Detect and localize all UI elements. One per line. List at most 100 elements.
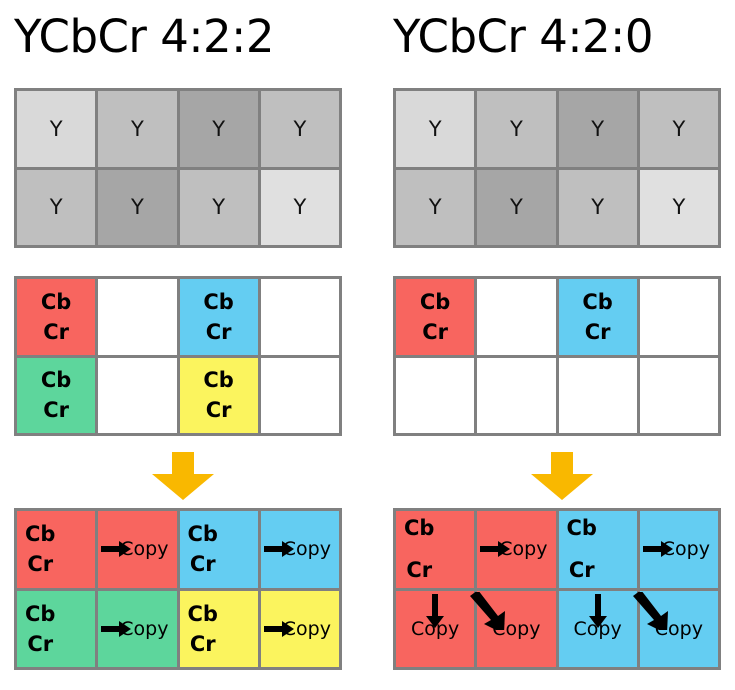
luma-cell-label: Y	[212, 195, 226, 220]
result-cell-source: Cb Cr	[396, 511, 475, 588]
luma-cell-label: Y	[428, 195, 442, 220]
arrow-right-icon	[263, 620, 294, 637]
arrow-right-icon	[642, 541, 673, 558]
arrow-right-icon	[101, 620, 132, 637]
luma-grid-420: Y Y Y Y Y Y Y Y	[393, 88, 721, 248]
down-arrow-icon	[152, 452, 214, 500]
copy-group: Copy	[470, 591, 540, 640]
cr-label: Cr	[568, 558, 595, 583]
arrow-diagonal-icon	[631, 591, 671, 630]
luma-cell-label: Y	[130, 195, 144, 220]
arrow-right-icon	[263, 541, 294, 558]
copy-group: Copy	[101, 538, 168, 560]
chroma-cell-filled: Cb Cr	[17, 357, 96, 433]
luma-cell-label: Y	[672, 195, 686, 220]
result-cell-copy: Copy	[260, 511, 339, 588]
cb-label: Cb	[566, 516, 597, 541]
down-arrow-icon	[531, 452, 593, 500]
chroma-cell-empty	[558, 357, 637, 433]
luma-cell-label: Y	[130, 116, 144, 141]
luma-cell: Y	[558, 91, 637, 167]
chroma-cell-label: Cb Cr	[203, 365, 233, 425]
chroma-cell-empty	[477, 279, 556, 355]
cr-label: Cr	[205, 398, 232, 423]
cr-label: Cr	[27, 631, 54, 656]
copy-group: Copy	[480, 538, 547, 560]
luma-cell: Y	[396, 169, 475, 245]
result-cell-copy: Copy	[396, 590, 475, 667]
arrow-down-icon	[426, 593, 445, 628]
copy-group: Copy	[263, 618, 331, 640]
result-cell-copy: Copy	[98, 590, 177, 667]
result-cell-copy: Copy	[477, 511, 556, 588]
arrow-down-icon	[588, 593, 607, 628]
arrow-right-icon	[101, 541, 132, 558]
chroma-cell-filled: Cb Cr	[179, 357, 258, 433]
panel-title-422: YCbCr 4:2:2	[14, 10, 274, 63]
luma-cell: Y	[17, 91, 96, 167]
luma-cell: Y	[396, 91, 475, 167]
cb-label: Cb	[40, 368, 72, 393]
chroma-cell-filled: Cb Cr	[179, 279, 258, 355]
luma-cell-label: Y	[49, 195, 63, 220]
chroma-cell-label: Cb Cr	[582, 287, 612, 347]
chroma-cell-empty	[98, 357, 177, 433]
panel-ycbcr-422: YCbCr 4:2:2 Y Y Y Y Y Y Y Y Cb Cr Cb Cr …	[0, 0, 368, 690]
luma-cell-label: Y	[509, 195, 523, 220]
cr-label: Cr	[189, 552, 216, 577]
copy-group: Copy	[632, 591, 703, 640]
chroma-cell-label: Cb Cr	[203, 287, 233, 347]
cr-label: Cr	[43, 319, 69, 344]
luma-cell-label: Y	[212, 116, 226, 141]
chroma-cell-label: Cb Cr	[41, 365, 71, 425]
cb-label: Cb	[582, 289, 613, 314]
cb-label: Cb	[187, 601, 218, 626]
luma-cell: Y	[17, 169, 96, 245]
copy-group: Copy	[101, 618, 168, 640]
panel-ycbcr-420: YCbCr 4:2:0 Y Y Y Y Y Y Y Y Cb Cr Cb Cr …	[379, 0, 735, 690]
result-cell-copy: Copy	[98, 511, 177, 588]
arrow-right-icon	[480, 541, 511, 558]
result-cell-copy: Copy	[639, 511, 718, 588]
result-grid-422: Cb Cr Copy Cb Cr Copy Cb Cr Copy Cb Cr C…	[14, 508, 342, 670]
luma-cell: Y	[477, 169, 556, 245]
cb-label: Cb	[25, 601, 56, 626]
cr-label: Cr	[584, 319, 611, 344]
luma-cell: Y	[260, 169, 339, 245]
chroma-cell-label: Cb Cr	[188, 519, 218, 579]
copy-group: Copy	[642, 538, 710, 560]
cr-label: Cr	[422, 319, 448, 344]
chroma-cell-empty	[396, 357, 475, 433]
chroma-cell-filled: Cb Cr	[17, 279, 96, 355]
chroma-cell-filled: Cb Cr	[558, 279, 637, 355]
chroma-cell-empty	[260, 279, 339, 355]
cb-label: Cb	[187, 522, 218, 547]
copy-group: Copy	[574, 593, 622, 640]
luma-cell: Y	[558, 169, 637, 245]
chroma-cell-empty	[260, 357, 339, 433]
luma-cell: Y	[639, 169, 718, 245]
luma-cell-label: Y	[591, 195, 605, 220]
luma-cell-label: Y	[591, 116, 605, 141]
luma-cell-label: Y	[293, 195, 307, 220]
cr-label: Cr	[189, 631, 216, 656]
chroma-cell-label: Cb Cr	[188, 599, 218, 659]
copy-group: Copy	[263, 538, 331, 560]
chroma-cell-label: Cb Cr	[41, 287, 71, 347]
cr-label: Cr	[43, 398, 69, 423]
chroma-cell-empty	[639, 357, 718, 433]
chroma-cell-label: Cb Cr	[25, 599, 55, 659]
copy-group: Copy	[411, 593, 459, 640]
chroma-cell-empty	[477, 357, 556, 433]
result-cell-copy: Copy	[558, 590, 637, 667]
panel-title-420: YCbCr 4:2:0	[393, 10, 653, 63]
arrow-diagonal-icon	[468, 591, 508, 630]
luma-grid-422: Y Y Y Y Y Y Y Y	[14, 88, 342, 248]
cb-label: Cb	[203, 289, 234, 314]
chroma-cell-label: Cb Cr	[25, 519, 55, 579]
chroma-grid-422: Cb Cr Cb Cr Cb Cr Cb Cr	[14, 276, 342, 436]
result-cell-copy: Copy	[632, 590, 718, 667]
chroma-cell-label: Cb Cr	[404, 507, 434, 591]
result-cell-source: Cb Cr	[558, 511, 637, 588]
chroma-cell-empty	[639, 279, 718, 355]
